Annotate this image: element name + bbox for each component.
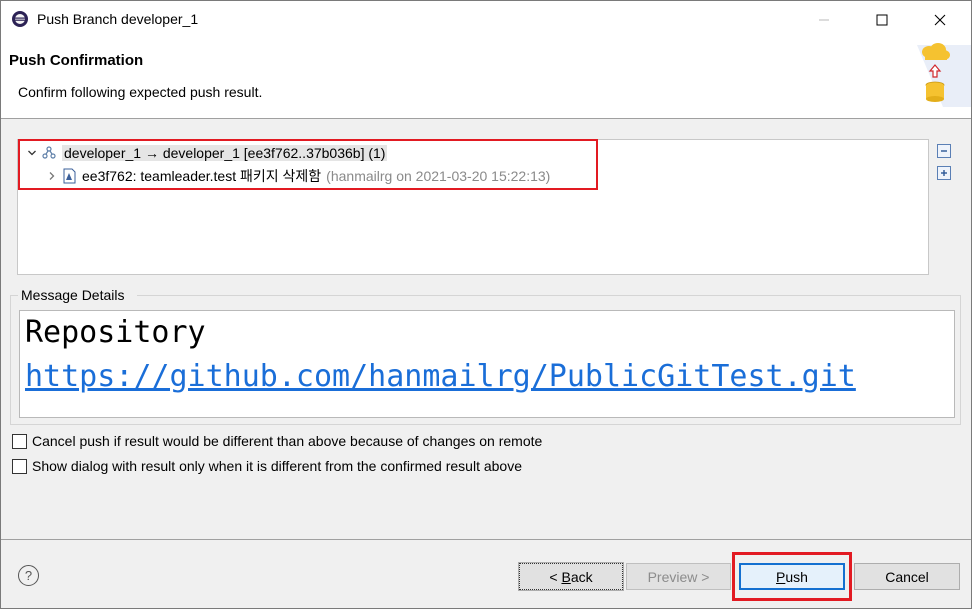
repository-heading: Repository	[25, 315, 206, 350]
preview-label: Preview >	[647, 568, 710, 585]
show-dialog-label: Show dialog with result only when it is …	[32, 458, 522, 474]
preview-button[interactable]: Preview >	[626, 563, 731, 590]
cancel-label: Cancel	[885, 568, 929, 585]
back-label-prefix: <	[549, 568, 562, 585]
close-button[interactable]	[917, 1, 963, 39]
back-label-rest: ack	[570, 568, 593, 585]
tree-row-commit[interactable]: ee3f762: teamleader.test 패키지 삭제함 (hanmai…	[44, 166, 550, 186]
back-button[interactable]: < Back	[518, 562, 624, 591]
show-dialog-option[interactable]: Show dialog with result only when it is …	[12, 458, 522, 474]
push-to-cloud-icon	[917, 43, 971, 107]
collapse-all-button[interactable]	[937, 144, 951, 158]
message-details-text[interactable]: Repository https://github.com/hanmailrg/…	[19, 310, 955, 418]
push-label-rest: ush	[785, 568, 808, 585]
push-result-tree[interactable]: developer_1 → developer_1 [ee3f762..37b0…	[17, 139, 929, 275]
commit-detail: (hanmailrg on 2021-03-20 15:22:13)	[326, 168, 551, 184]
cancel-button[interactable]: Cancel	[854, 563, 960, 590]
commit-icon	[60, 168, 78, 184]
commit-label: ee3f762: teamleader.test 패키지 삭제함	[82, 168, 322, 184]
branch-push-icon	[40, 145, 58, 161]
page-title: Push Confirmation	[9, 52, 144, 69]
group-border	[137, 295, 961, 296]
push-button[interactable]: Push	[739, 563, 845, 590]
cancel-push-option[interactable]: Cancel push if result would be different…	[12, 433, 542, 449]
footer-separator	[1, 539, 971, 540]
tree-row-label: developer_1 → developer_1 [ee3f762..37b0…	[62, 145, 388, 161]
tree-row-branch[interactable]: developer_1 → developer_1 [ee3f762..37b0…	[24, 143, 388, 163]
group-border	[10, 295, 18, 296]
push-branch-dialog: Push Branch developer_1 Push Confirmatio…	[0, 0, 972, 609]
window-title: Push Branch developer_1	[37, 11, 199, 27]
wizard-header: Push Confirmation Confirm following expe…	[1, 39, 971, 119]
chevron-down-icon[interactable]	[24, 145, 40, 161]
maximize-button[interactable]	[859, 1, 905, 39]
minimize-icon	[819, 19, 829, 21]
chevron-right-icon[interactable]	[44, 168, 60, 184]
expand-all-button[interactable]	[937, 166, 951, 180]
minimize-button[interactable]	[801, 1, 847, 39]
cancel-push-checkbox[interactable]	[12, 433, 27, 449]
collapse-all-icon	[941, 150, 947, 152]
help-button[interactable]: ?	[18, 565, 39, 586]
back-label-mnemonic: B	[561, 568, 571, 585]
maximize-icon	[876, 14, 888, 26]
message-details-label: Message Details	[21, 287, 125, 303]
help-icon: ?	[24, 568, 33, 583]
page-description: Confirm following expected push result.	[18, 84, 263, 100]
repository-url-link[interactable]: https://github.com/hanmailrg/PublicGitTe…	[25, 359, 856, 394]
eclipse-app-icon	[12, 11, 28, 27]
push-label-mnemonic: P	[776, 568, 786, 585]
title-bar: Push Branch developer_1	[1, 1, 971, 39]
close-icon	[934, 14, 946, 26]
show-dialog-checkbox[interactable]	[12, 458, 27, 474]
cancel-push-label: Cancel push if result would be different…	[32, 433, 543, 449]
expand-all-icon	[941, 170, 947, 176]
